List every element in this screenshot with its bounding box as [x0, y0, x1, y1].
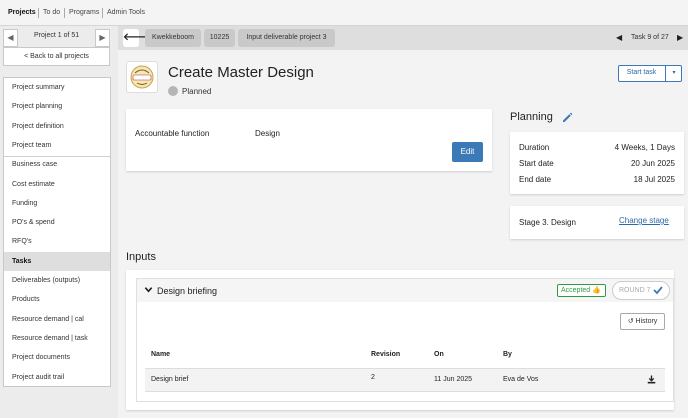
sidebar-item-resource-demand-cal[interactable]: Resource demand | cal — [4, 310, 110, 329]
top-nav — [0, 0, 688, 26]
download-icon[interactable] — [647, 375, 656, 384]
sidebar-item-products[interactable]: Products — [4, 290, 110, 309]
nav-programs[interactable]: Programs — [69, 9, 99, 16]
sidebar-item-pos-spend[interactable]: PO's & spend — [4, 213, 110, 232]
nav-todo[interactable]: To do — [43, 9, 60, 16]
start-task-button[interactable]: Start task — [618, 65, 665, 82]
end-date-label: End date — [519, 175, 552, 184]
sidebar-item-business-case[interactable]: Business case — [4, 155, 110, 174]
edit-button[interactable]: Edit — [452, 142, 483, 162]
chevron-down-icon[interactable] — [144, 285, 153, 294]
nav-projects[interactable]: Projects — [8, 9, 36, 16]
section-title: Design briefing — [157, 286, 218, 296]
start-date-value: 20 Jun 2025 — [630, 159, 675, 168]
accountable-label: Accountable function — [135, 129, 210, 138]
breadcrumb-deliverable[interactable]: Input deliverable project 3 — [238, 29, 335, 47]
prev-task-icon[interactable]: ◀ — [616, 33, 622, 42]
row-revision: 2 — [371, 374, 375, 381]
column-header-on: On — [434, 351, 444, 358]
duration-label: Duration — [519, 143, 550, 152]
accountable-value: Design — [255, 129, 280, 138]
history-button[interactable]: ↺ History — [620, 313, 665, 330]
project-menu: Project summary Project planning Project… — [3, 77, 111, 387]
sidebar-item-tasks[interactable]: Tasks — [4, 251, 110, 271]
duration-value: 4 Weeks, 1 Days — [614, 143, 675, 152]
nav-separator — [102, 8, 103, 18]
task-counter: Task 9 of 27 — [631, 34, 669, 41]
table-row — [145, 368, 665, 392]
change-stage-link[interactable]: Change stage — [619, 216, 669, 225]
chevron-down-icon[interactable]: ▾ — [665, 65, 682, 82]
row-on: 11 Jun 2025 — [434, 376, 473, 383]
end-date-value: 18 Jul 2025 — [633, 175, 675, 184]
sidebar-item-project-documents[interactable]: Project documents — [4, 348, 110, 367]
sidebar-item-project-definition[interactable]: Project definition — [4, 117, 110, 136]
sidebar-item-project-planning[interactable]: Project planning — [4, 97, 110, 116]
row-name: Design brief — [151, 376, 189, 383]
status-dot-icon — [168, 86, 178, 96]
nav-separator — [64, 8, 65, 18]
accountable-card — [126, 109, 492, 171]
planning-title: Planning — [510, 111, 553, 123]
sidebar-item-cost-estimate[interactable]: Cost estimate — [4, 175, 110, 194]
status-label: Planned — [182, 87, 212, 96]
sidebar-item-deliverables[interactable]: Deliverables (outputs) — [4, 271, 110, 290]
stage-label: Stage 3. Design — [519, 218, 576, 227]
column-header-name: Name — [151, 351, 171, 358]
nav-admin-tools[interactable]: Admin Tools — [107, 9, 145, 16]
page-title: Create Master Design — [168, 64, 314, 81]
inputs-title: Inputs — [126, 251, 156, 263]
sidebar-item-resource-demand-task[interactable]: Resource demand | task — [4, 329, 110, 348]
kwekkeboom-logo-icon — [130, 65, 154, 89]
company-logo — [126, 61, 158, 93]
project-counter: Project 1 of 51 — [34, 32, 80, 39]
back-to-projects-button[interactable]: < Back to all projects — [3, 47, 110, 66]
sidebar-item-project-audit-trail[interactable]: Project audit trail — [4, 368, 110, 387]
next-project-button[interactable]: ▶ — [95, 29, 110, 47]
sidebar-item-funding[interactable]: Funding — [4, 194, 110, 213]
column-header-revision: Revision — [371, 351, 401, 358]
prev-project-button[interactable]: ◀ — [3, 29, 18, 47]
sidebar-item-rfqs[interactable]: RFQ's — [4, 232, 110, 251]
row-by: Eva de Vos — [503, 376, 539, 383]
check-icon — [653, 286, 663, 295]
breadcrumb-project[interactable]: 10225 — [204, 29, 235, 47]
column-header-by: By — [503, 351, 512, 358]
next-task-icon[interactable]: ▶ — [677, 33, 683, 42]
sidebar-item-project-team[interactable]: Project team — [4, 136, 110, 155]
accepted-badge: Accepted 👍 — [557, 284, 606, 297]
sidebar-item-project-summary[interactable]: Project summary — [4, 78, 110, 97]
pencil-icon[interactable] — [561, 111, 573, 123]
start-date-label: Start date — [519, 159, 554, 168]
nav-separator — [38, 8, 39, 18]
back-arrow-icon[interactable]: 🡐 — [123, 29, 150, 47]
breadcrumb-program[interactable]: Kwekkeboom — [145, 29, 201, 47]
